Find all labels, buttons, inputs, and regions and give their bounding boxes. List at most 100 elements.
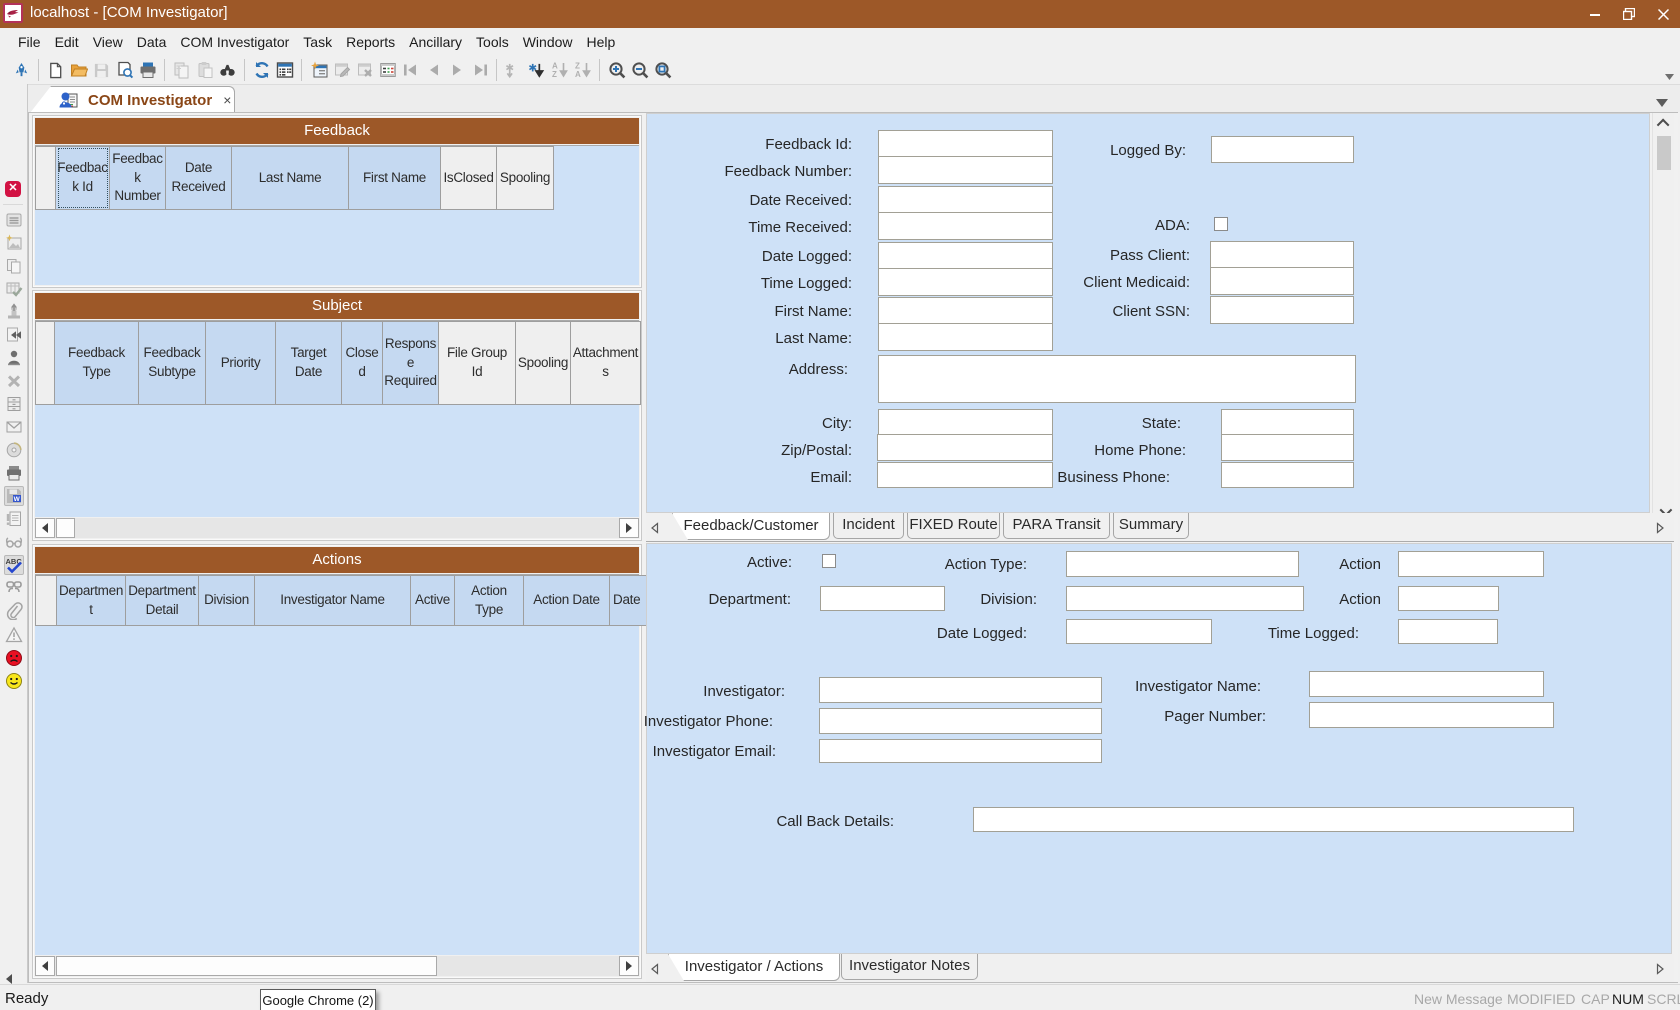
zoom-selection-icon[interactable]	[651, 58, 674, 82]
cabinet-icon[interactable]	[4, 394, 24, 414]
delete-x-icon[interactable]	[4, 371, 24, 391]
last-name-input[interactable]	[878, 323, 1053, 351]
actions-grid[interactable]: Department Department Detail Division In…	[35, 574, 639, 955]
tab-incident[interactable]: Incident	[833, 513, 904, 539]
customer-form-vertical-scrollbar[interactable]	[1652, 113, 1674, 521]
record-list-icon[interactable]	[376, 58, 399, 82]
tab-scroll-left-icon[interactable]	[650, 521, 658, 531]
scroll-left-button[interactable]	[35, 518, 55, 538]
verify-grid-icon[interactable]	[4, 279, 24, 299]
tab-scroll-left-icon[interactable]	[650, 962, 658, 972]
menu-tools[interactable]: Tools	[469, 30, 516, 54]
refresh-icon[interactable]	[250, 58, 273, 82]
column-header-first-name[interactable]: First Name	[349, 146, 441, 210]
person-icon[interactable]	[4, 348, 24, 368]
toolbar-options-chevron-icon[interactable]	[1665, 67, 1674, 85]
state-input[interactable]	[1221, 409, 1354, 435]
address-input[interactable]	[878, 355, 1356, 403]
investigator-email-input[interactable]	[819, 739, 1102, 763]
tab-scroll-right-icon[interactable]	[1656, 962, 1664, 972]
call-back-details-input[interactable]	[973, 807, 1574, 832]
subject-grid[interactable]: Feedback Type Feedback Subtype Priority …	[35, 320, 639, 517]
column-header-response-required[interactable]: Response Required	[383, 321, 439, 405]
scroll-left-button[interactable]	[35, 956, 55, 976]
tab-com-investigator[interactable]: COM Investigator ×	[30, 86, 235, 113]
forward-document-icon[interactable]	[4, 325, 24, 345]
disc-icon[interactable]	[4, 440, 24, 460]
column-header-attachments[interactable]: Attachments	[571, 321, 641, 405]
pager-number-input[interactable]	[1309, 702, 1554, 728]
table-view-icon[interactable]	[273, 58, 296, 82]
menu-window[interactable]: Window	[516, 30, 580, 54]
menu-reports[interactable]: Reports	[339, 30, 402, 54]
column-header-priority[interactable]: Priority	[206, 321, 276, 405]
scrollbar-thumb[interactable]	[56, 956, 437, 976]
client-ssn-input[interactable]	[1210, 296, 1354, 324]
paperclip-icon[interactable]	[4, 601, 24, 621]
tab-para-transit[interactable]: PARA Transit	[1003, 513, 1110, 539]
zoom-out-icon[interactable]	[628, 58, 651, 82]
scrollbar-thumb[interactable]	[1657, 136, 1671, 170]
column-header-division[interactable]: Division	[199, 575, 255, 626]
edit-record-icon[interactable]	[330, 58, 353, 82]
happy-face-icon[interactable]	[4, 671, 24, 691]
column-header-department[interactable]: Department	[57, 575, 126, 626]
investigator-name-input[interactable]	[1309, 671, 1544, 697]
column-header-action-type[interactable]: Action Type	[455, 575, 524, 626]
column-header-feedback-type[interactable]: Feedback Type	[55, 321, 139, 405]
list-view-icon[interactable]	[4, 210, 24, 230]
new-record-icon[interactable]	[307, 58, 330, 82]
tab-investigator-actions[interactable]: Investigator / Actions	[668, 954, 840, 981]
menu-com-investigator[interactable]: COM Investigator	[173, 30, 296, 54]
column-header-department-detail[interactable]: Department Detail	[126, 575, 199, 626]
investigator-input[interactable]	[819, 677, 1102, 703]
row-selector-header[interactable]	[35, 321, 55, 405]
row-selector-header[interactable]	[35, 575, 57, 626]
previous-record-icon[interactable]	[422, 58, 445, 82]
column-header-isclosed[interactable]: IsClosed	[441, 146, 497, 210]
tab-fixed-route[interactable]: FIXED Route	[907, 513, 1000, 539]
ada-checkbox[interactable]	[1214, 217, 1228, 231]
business-phone-input[interactable]	[1221, 462, 1354, 488]
scroll-right-button[interactable]	[619, 518, 639, 538]
tab-feedback-customer[interactable]: Feedback/Customer	[672, 513, 830, 540]
notes-alert-icon[interactable]	[4, 509, 24, 529]
stamp-upload-icon[interactable]	[4, 302, 24, 322]
eyeglasses-icon[interactable]	[4, 532, 24, 552]
scroll-up-button[interactable]	[1653, 113, 1675, 133]
column-header-feedback-number[interactable]: Feedback Number	[110, 146, 166, 210]
sad-face-icon[interactable]	[4, 648, 24, 668]
copy-pages-icon[interactable]	[4, 256, 24, 276]
investigator-phone-input[interactable]	[819, 708, 1102, 734]
menu-data[interactable]: Data	[130, 30, 174, 54]
home-phone-input[interactable]	[1221, 434, 1354, 461]
menu-help[interactable]: Help	[580, 30, 623, 54]
action1-input[interactable]	[1398, 551, 1544, 577]
action2-input[interactable]	[1398, 586, 1499, 611]
chain-link-icon[interactable]	[4, 578, 24, 598]
tab-list-chevron-icon[interactable]	[1656, 94, 1668, 112]
open-folder-icon[interactable]	[67, 58, 90, 82]
image-wizard-icon[interactable]	[4, 233, 24, 253]
envelope-icon[interactable]	[4, 417, 24, 437]
column-header-investigator-name[interactable]: Investigator Name	[255, 575, 411, 626]
sort-ascending-icon[interactable]	[548, 58, 571, 82]
apply-sort-icon[interactable]	[525, 58, 548, 82]
tab-investigator-notes[interactable]: Investigator Notes	[841, 954, 978, 980]
pass-client-input[interactable]	[1210, 241, 1354, 268]
print-icon[interactable]	[136, 58, 159, 82]
warning-triangle-icon[interactable]	[4, 625, 24, 645]
zoom-in-icon[interactable]	[605, 58, 628, 82]
row-selector-header[interactable]	[35, 146, 56, 210]
menu-ancillary[interactable]: Ancillary	[402, 30, 469, 54]
date-received-input[interactable]	[878, 186, 1053, 213]
column-header-feedback-id[interactable]: Feedback Id	[56, 146, 110, 210]
close-red-icon[interactable]: ✕	[5, 181, 21, 197]
save-html-icon[interactable]	[4, 486, 24, 506]
find-icon[interactable]	[216, 58, 239, 82]
clear-sort-icon[interactable]	[502, 58, 525, 82]
column-header-spooling[interactable]: Spooling	[497, 146, 554, 210]
pushpin-icon[interactable]	[10, 58, 33, 82]
column-header-last-name[interactable]: Last Name	[232, 146, 349, 210]
column-header-active[interactable]: Active	[411, 575, 455, 626]
